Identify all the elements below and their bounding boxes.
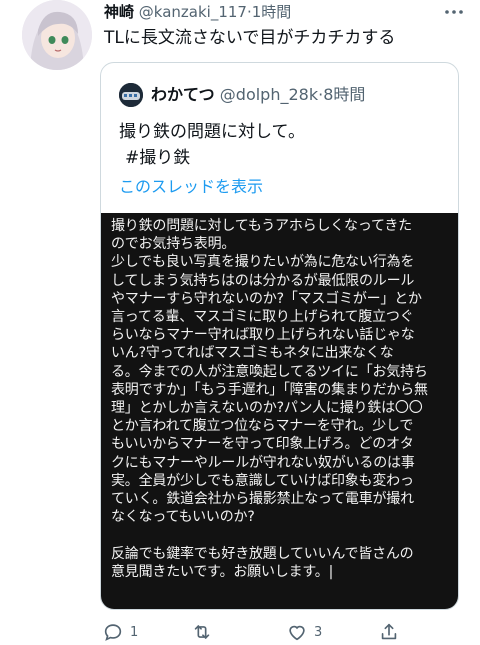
handle[interactable]: @kanzaki_117 [139,3,247,21]
avatar[interactable] [22,0,92,70]
retweet-icon [194,625,210,639]
display-name[interactable]: 神崎 [104,3,134,21]
quoted-tweet[interactable]: わかてつ @dolph_28k·8時間 撮り鉄の問題に対して。 #撮り鉄 このス… [100,62,459,610]
show-thread-link[interactable]: このスレッドを表示 [119,175,263,199]
avatar-image [22,0,92,70]
quoted-timestamp: 8時間 [323,85,366,104]
reply-button[interactable]: 1 [102,620,138,644]
quoted-display-name: わかてつ [151,85,215,104]
timestamp[interactable]: 1時間 [252,3,292,21]
reply-count: 1 [130,624,139,640]
image-text: 撮り鉄の問題に対してもうアホらしくなってきた のでお気持ち表明。 少しでも良い写… [111,218,428,580]
tweet-text: TLに長文流さないで目がチカチカする [104,28,396,48]
retweet-button[interactable] [190,620,220,644]
quoted-text: 撮り鉄の問題に対して。 #撮り鉄 [119,119,305,171]
like-button[interactable]: 3 [286,620,322,644]
action-bar: 1 3 [102,620,422,644]
share-icon [381,623,397,640]
like-count: 3 [314,624,323,640]
quoted-header: わかてつ @dolph_28k·8時間 [119,83,365,107]
reply-icon [104,624,122,641]
quoted-handle: @dolph_28k [219,85,319,104]
quoted-text-line: 撮り鉄の問題に対して。 [119,122,305,142]
tweet[interactable]: 神崎 @kanzaki_117·1時間 TLに長文流さないで目がチカチカする わ… [0,0,480,645]
tweet-header: 神崎 @kanzaki_117·1時間 [104,2,291,24]
share-button[interactable] [378,620,406,644]
quoted-avatar [119,83,143,107]
hashtag-link[interactable]: #撮り鉄 [119,145,305,171]
like-icon [289,625,305,641]
more-icon[interactable] [442,0,466,24]
quoted-image[interactable]: 撮り鉄の問題に対してもうアホらしくなってきた のでお気持ち表明。 少しでも良い写… [101,213,458,609]
